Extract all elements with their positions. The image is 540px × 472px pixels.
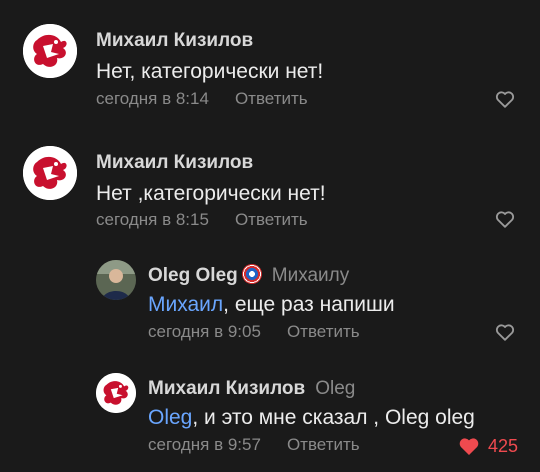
like-count: 425 (487, 436, 518, 456)
comment-author: Oleg Oleg Михаилу (148, 264, 349, 287)
comment-time: сегодня в 8:14 (96, 89, 209, 108)
comment-body: , еще раз напиши (223, 293, 395, 316)
dragon-icon (23, 24, 77, 78)
captain-shield-badge-icon (241, 264, 262, 284)
dragon-icon (23, 146, 77, 200)
comment-meta: сегодня в 8:14 Ответить (96, 89, 308, 109)
dragon-icon (96, 373, 136, 413)
like-button[interactable] (494, 321, 516, 343)
mention-link[interactable]: Oleg (148, 406, 192, 429)
comment-text: Нет ,категорически нет! (96, 182, 326, 205)
comment-time: сегодня в 9:05 (148, 322, 261, 341)
like-button[interactable] (494, 208, 516, 230)
avatar[interactable] (23, 24, 77, 78)
reply-button[interactable]: Ответить (287, 435, 360, 454)
avatar[interactable] (96, 373, 136, 413)
comment-text: Нет, категорически нет! (96, 60, 324, 83)
author-name[interactable]: Михаил Кизилов (148, 378, 305, 399)
reply-button[interactable]: Ответить (235, 210, 308, 229)
reply-to-name[interactable]: Михаилу (272, 265, 350, 286)
comment-body: , и это мне сказал , Oleg oleg (192, 406, 475, 429)
heart-outline-icon (495, 211, 515, 228)
reply-to-name[interactable]: Oleg (315, 378, 355, 399)
comment-author: Михаил Кизилов Oleg (148, 378, 355, 400)
avatar[interactable] (96, 260, 136, 300)
comment-text: Oleg, и это мне сказал , Oleg oleg (148, 406, 475, 430)
heart-filled-icon (459, 438, 479, 455)
comment-meta: сегодня в 9:57 Ответить (148, 435, 360, 455)
mention-link[interactable]: Михаил (148, 293, 223, 316)
comment-meta: сегодня в 8:15 Ответить (96, 210, 308, 230)
avatar[interactable] (23, 146, 77, 200)
comment-author[interactable]: Михаил Кизилов (96, 30, 253, 52)
like-button[interactable] (456, 434, 482, 458)
comment-author[interactable]: Михаил Кизилов (96, 152, 253, 174)
comment-time: сегодня в 8:15 (96, 210, 209, 229)
comment-text: Михаил, еще раз напиши (148, 293, 395, 317)
comment-meta: сегодня в 9:05 Ответить (148, 322, 360, 342)
comment-time: сегодня в 9:57 (148, 435, 261, 454)
reply-button[interactable]: Ответить (235, 89, 308, 108)
heart-outline-icon (495, 91, 515, 108)
author-name[interactable]: Oleg Oleg (148, 265, 238, 286)
user-photo-icon (96, 260, 136, 300)
heart-outline-icon (495, 324, 515, 341)
like-button[interactable] (494, 88, 516, 110)
reply-button[interactable]: Ответить (287, 322, 360, 341)
